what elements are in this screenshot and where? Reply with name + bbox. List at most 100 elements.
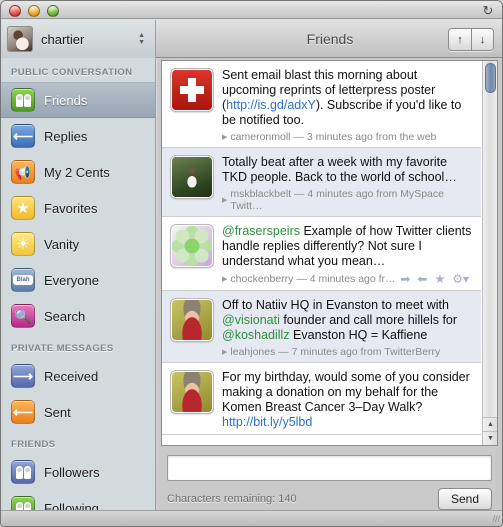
window-bottom-bar: /// [1, 510, 502, 526]
avatar[interactable] [170, 155, 214, 199]
scroll-up-button[interactable]: ▲ [483, 417, 497, 431]
zoom-button[interactable] [47, 5, 59, 17]
toolbar: chartier ▲ ▼ Friends ↑ ↓ [1, 20, 502, 58]
sidebar-item-label: Received [44, 368, 99, 384]
avatar[interactable] [170, 370, 214, 414]
sidebar[interactable]: PUBLIC CONVERSATION Friends ⟵ Replies 📢 My 2 … [1, 58, 156, 510]
tweet-row[interactable]: Totally beat after a week with my favori… [162, 148, 481, 217]
mention-link[interactable]: @fraserspeirs [222, 224, 300, 238]
sidebar-section-header: PUBLIC CONVERSATION [11, 67, 133, 78]
megaphone-icon: 📢 [11, 160, 35, 184]
sidebar-item-label: Favorites [44, 200, 98, 216]
stepper-up-icon: ▲ [138, 32, 145, 39]
sidebar-item-label: Vanity [44, 236, 80, 252]
sidebar-item-label: Search [44, 308, 86, 324]
tweet-meta: ▶ chockenberry — 4 minutes ago fr… ➡ ⬅ ★ ⚙▾ [222, 272, 473, 286]
window-titlebar: ↻ [1, 1, 502, 19]
speech-bubble-icon: Blah [11, 268, 35, 292]
disclosure-triangle-icon[interactable]: ▶ [222, 196, 227, 204]
avatar[interactable] [170, 298, 214, 342]
retweet-icon[interactable]: ➡ [400, 272, 410, 286]
scroll-down-button[interactable]: ▼ [483, 431, 497, 445]
sidebar-item-search[interactable]: 🔍 Search [1, 298, 155, 334]
tweet-text: Sent email blast this morning about upco… [222, 68, 462, 127]
sidebar-item-label: Sent [44, 404, 71, 420]
compose-footer: Characters remaining: 140 Send [167, 488, 492, 510]
sidebar-item-sent[interactable]: ⟵ Sent [1, 394, 155, 430]
sidebar-item-friends[interactable]: Friends [1, 82, 155, 118]
tweet-actions: ➡ ⬅ ★ ⚙▾ [400, 272, 473, 286]
tweet-meta: ▶ cameronmoll — 3 minutes ago from the we… [222, 131, 473, 143]
tweet-text: Totally beat after a week with my favori… [222, 155, 457, 184]
tweet-row[interactable]: Sent email blast this morning about upco… [162, 61, 481, 148]
disclosure-triangle-icon[interactable]: ▶ [222, 348, 227, 356]
scrollbar-thumb[interactable] [485, 63, 496, 93]
close-button[interactable] [9, 5, 21, 17]
people-icon [11, 88, 35, 112]
sidebar-section-header: FRIENDS [11, 439, 56, 450]
avatar[interactable] [170, 68, 214, 112]
account-stepper[interactable]: ▲ ▼ [138, 32, 145, 46]
tweet-link[interactable]: http://bit.ly/y5lbd [222, 415, 312, 429]
gear-menu-icon[interactable]: ⚙▾ [452, 272, 469, 286]
disclosure-triangle-icon[interactable]: ▶ [222, 133, 227, 141]
tweet-row[interactable]: For my birthday, would some of you consi… [162, 363, 481, 435]
reply-arrow-icon: ⟵ [11, 124, 35, 148]
timeline-list: Sent email blast this morning about upco… [161, 60, 498, 446]
avatar [7, 26, 33, 52]
vertical-scrollbar[interactable]: ▲ ▼ [482, 61, 497, 445]
sidebar-item-received[interactable]: ⟶ Received [1, 358, 155, 394]
tweet-meta: ▶ leahjones — 7 minutes ago from TwitterB… [222, 346, 473, 358]
compose-area: Characters remaining: 140 Send [161, 449, 498, 510]
mention-link[interactable]: @koshadillz [222, 328, 290, 342]
avatar[interactable] [170, 224, 214, 268]
sidebar-item-label: Everyone [44, 272, 99, 288]
send-button[interactable]: Send [437, 488, 492, 510]
tweet-link[interactable]: http://is.gd/adxY [226, 98, 316, 112]
nav-down-button[interactable]: ↓ [471, 29, 493, 50]
green-flower-avatar [172, 226, 212, 266]
tweet-body: Sent email blast this morning about upco… [214, 68, 473, 143]
favorite-icon[interactable]: ★ [434, 272, 445, 286]
tweet-body: Off to Natiiv HQ in Evanston to meet wit… [214, 298, 473, 358]
sidebar-item-favorites[interactable]: ★ Favorites [1, 190, 155, 226]
disclosure-triangle-icon[interactable]: ▶ [222, 275, 227, 283]
people-icon [11, 460, 35, 484]
refresh-icon[interactable]: ↻ [478, 2, 498, 18]
tweet-text: For my birthday, would some of you consi… [222, 370, 470, 429]
sidebar-item-my-2-cents[interactable]: 📢 My 2 Cents [1, 154, 155, 190]
compose-input[interactable] [167, 455, 492, 481]
sidebar-item-following[interactable]: Following [1, 490, 155, 510]
tweet-row[interactable]: @fraserspeirs Example of how Twitter cli… [162, 217, 481, 291]
arrow-left-icon: ⟵ [11, 400, 35, 424]
search-icon: 🔍 [11, 304, 35, 328]
minimize-button[interactable] [28, 5, 40, 17]
tweet-body: For my birthday, would some of you consi… [214, 370, 473, 430]
sun-icon: ☀ [11, 232, 35, 256]
sidebar-item-label: Followers [44, 464, 100, 480]
account-selector[interactable]: chartier ▲ ▼ [1, 20, 156, 58]
account-name: chartier [41, 31, 85, 47]
star-icon: ★ [11, 196, 35, 220]
tweet-meta-text: cameronmoll — 3 minutes ago from the web [230, 131, 437, 143]
people-icon [11, 496, 35, 510]
resize-grip-icon[interactable]: /// [488, 513, 500, 525]
mention-link[interactable]: @visionati [222, 313, 280, 327]
reply-icon[interactable]: ⬅ [417, 272, 427, 286]
leahjones-photo-avatar [172, 372, 212, 412]
leahjones-photo-avatar [172, 300, 212, 340]
timeline-scroll-area[interactable]: Sent email blast this morning about upco… [162, 61, 481, 445]
nav-segmented-control: ↑ ↓ [448, 28, 494, 51]
sidebar-item-vanity[interactable]: ☀ Vanity [1, 226, 155, 262]
nav-up-button[interactable]: ↑ [449, 29, 471, 50]
tweet-meta-text: leahjones — 7 minutes ago from TwitterBe… [230, 346, 441, 358]
tweet-text: @fraserspeirs Example of how Twitter cli… [222, 224, 472, 268]
tweet-row[interactable]: Off to Natiiv HQ in Evanston to meet wit… [162, 291, 481, 363]
tweet-body: Totally beat after a week with my favori… [214, 155, 473, 212]
arrow-right-icon: ⟶ [11, 364, 35, 388]
sidebar-item-replies[interactable]: ⟵ Replies [1, 118, 155, 154]
sidebar-item-everyone[interactable]: Blah Everyone [1, 262, 155, 298]
sidebar-item-followers[interactable]: Followers [1, 454, 155, 490]
window-traffic-lights [9, 5, 59, 17]
tkd-photo-avatar [172, 157, 212, 197]
